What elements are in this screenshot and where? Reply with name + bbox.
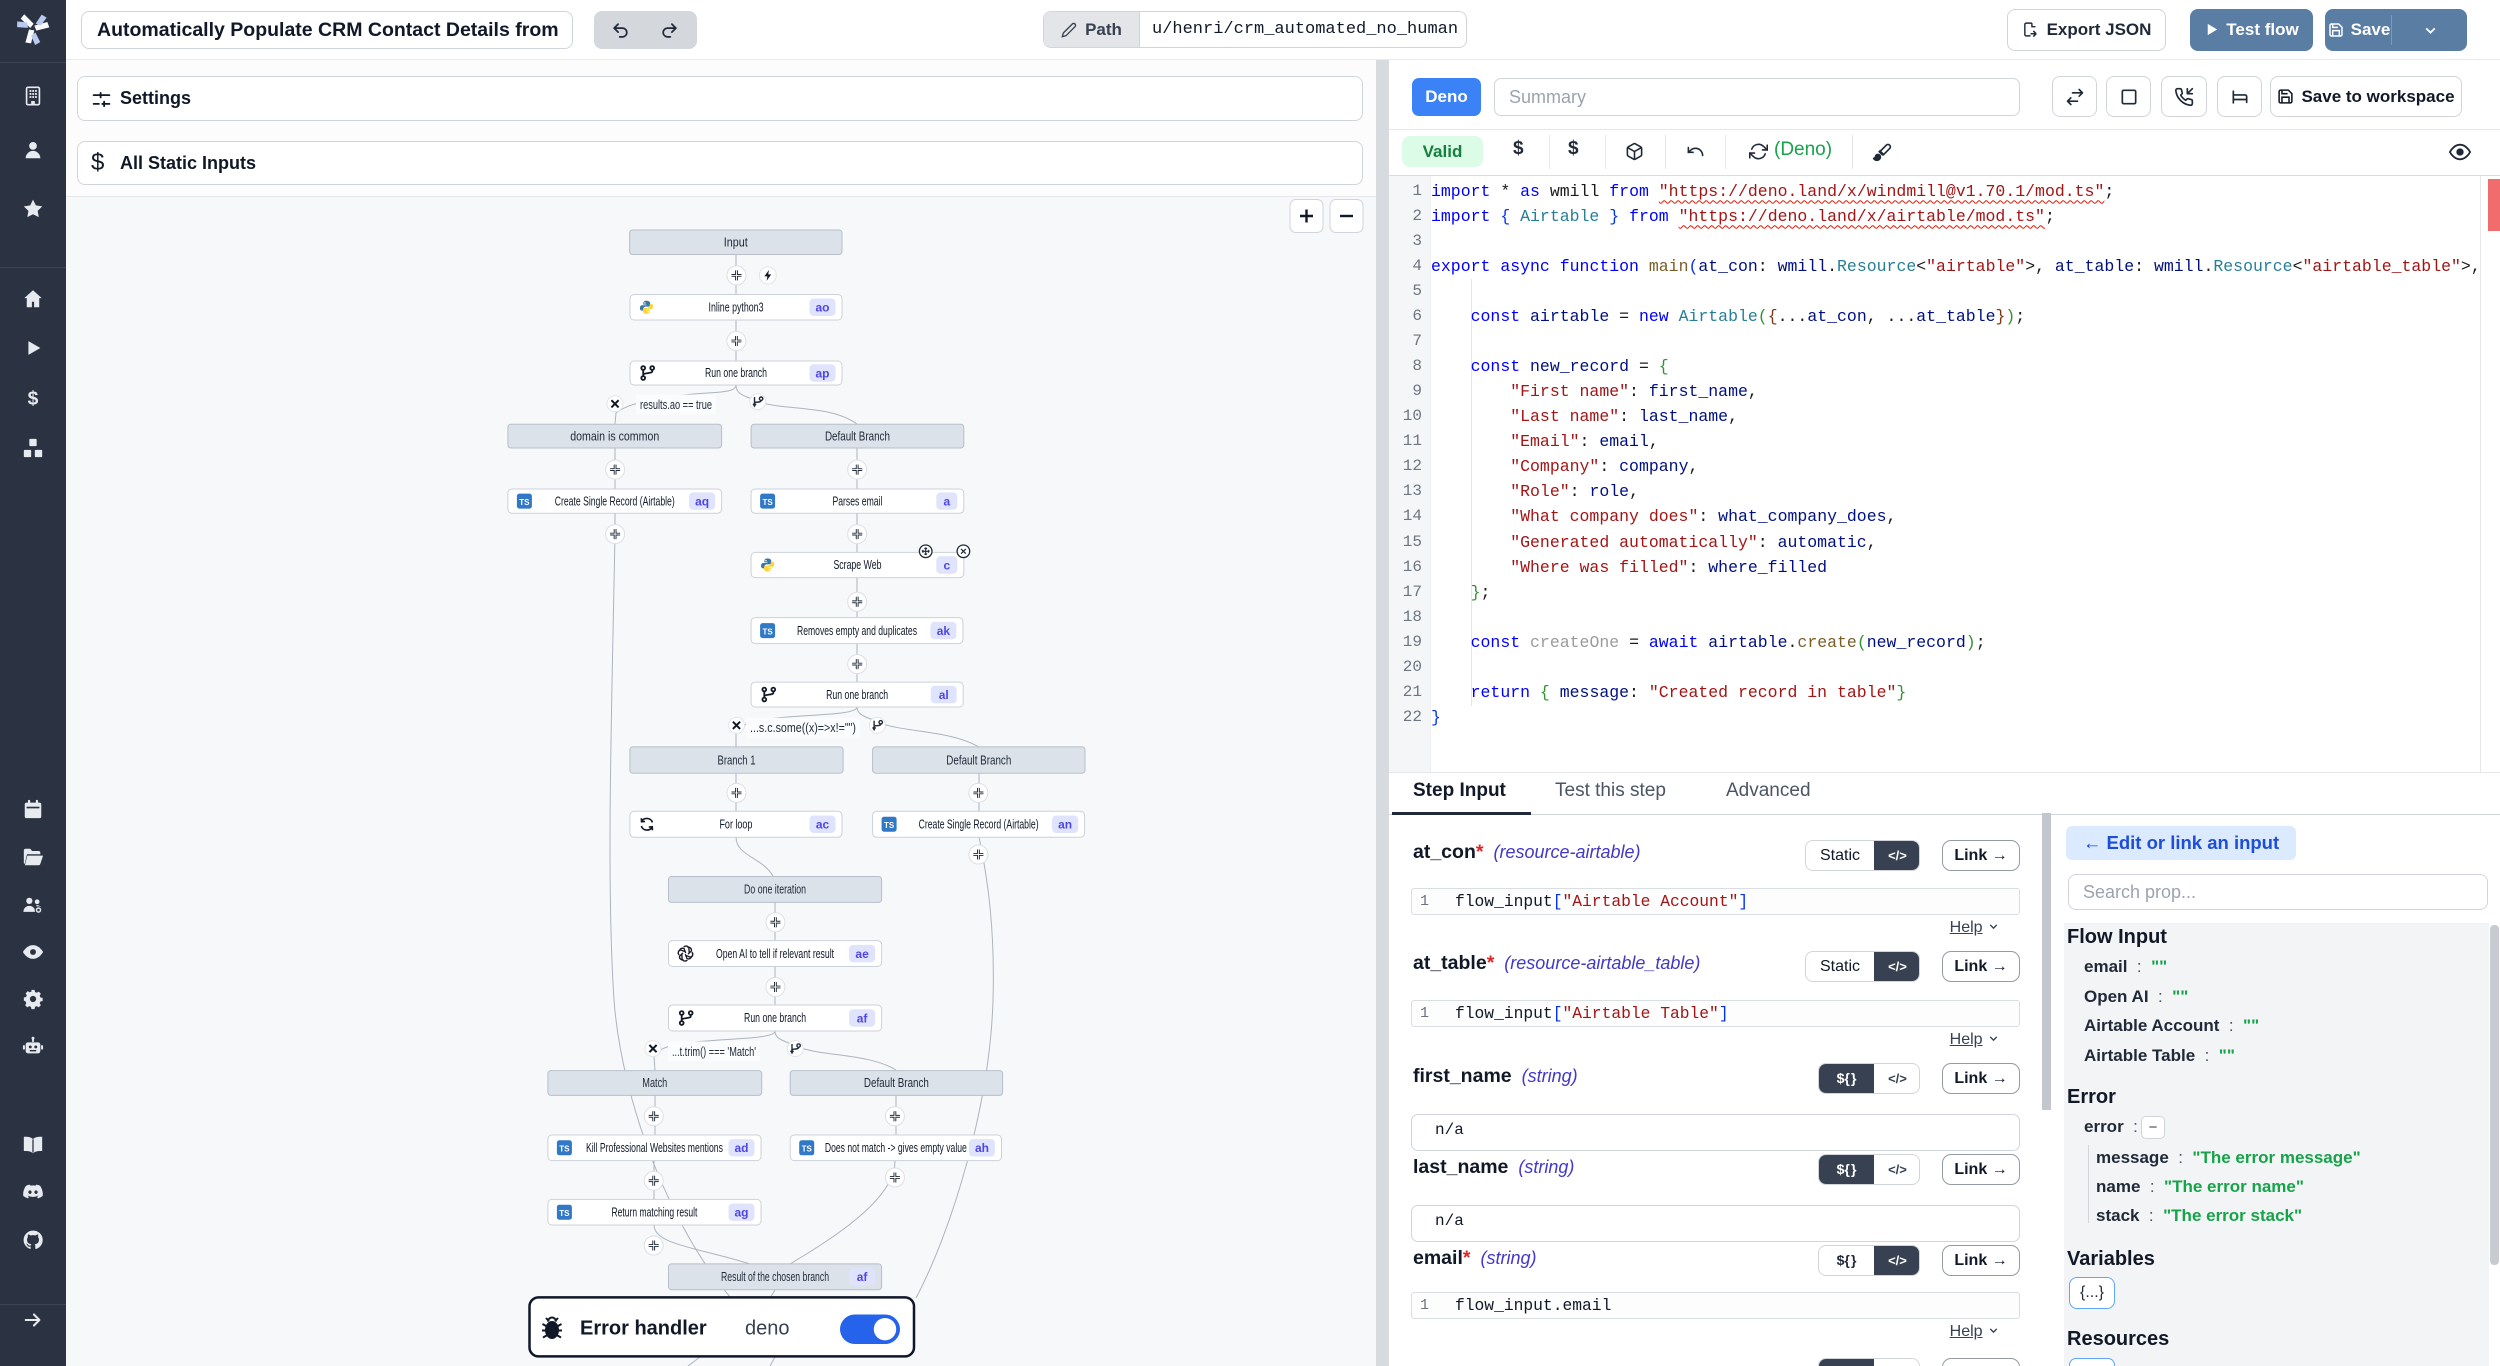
svg-text:domain is common: domain is common [570, 429, 659, 443]
svg-text:Kill Professional Websites men: Kill Professional Websites mentions [586, 1141, 723, 1155]
svg-text:Return matching result: Return matching result [611, 1205, 697, 1219]
svg-text:TS: TS [559, 1145, 570, 1154]
svg-text:ac: ac [816, 818, 830, 832]
svg-text:Does not match -> gives empty: Does not match -> gives empty value [825, 1141, 967, 1155]
svg-text:af: af [857, 1270, 869, 1284]
svg-text:ao: ao [815, 301, 829, 315]
svg-text:Create Single Record (Airtable: Create Single Record (Airtable) [919, 817, 1039, 831]
svg-text:Inline python3: Inline python3 [709, 300, 764, 314]
svg-text:Open AI to tell if relevant re: Open AI to tell if relevant result [716, 947, 834, 961]
svg-text:Do one iteration: Do one iteration [744, 883, 806, 897]
svg-text:ag: ag [734, 1206, 748, 1220]
svg-text:TS: TS [762, 498, 773, 507]
svg-text:Default Branch: Default Branch [864, 1076, 929, 1090]
svg-text:ae: ae [855, 947, 869, 961]
svg-text:Create Single Record (Airtable: Create Single Record (Airtable) [555, 494, 675, 508]
svg-text:ah: ah [975, 1141, 989, 1155]
svg-text:Parses email: Parses email [832, 494, 882, 508]
svg-text:aq: aq [695, 494, 709, 508]
svg-text:al: al [939, 688, 949, 702]
svg-text:Default Branch: Default Branch [946, 753, 1011, 767]
svg-text:Default Branch: Default Branch [825, 429, 890, 443]
svg-text:results.ao == true: results.ao == true [640, 398, 712, 412]
svg-text:ak: ak [937, 624, 951, 638]
svg-text:Match: Match [642, 1076, 667, 1090]
svg-text:For loop: For loop [719, 817, 752, 831]
svg-text:TS: TS [802, 1145, 813, 1154]
svg-text:deno: deno [745, 1318, 790, 1340]
svg-text:a: a [943, 494, 950, 508]
svg-text:...t.trim() === 'Match': ...t.trim() === 'Match' [672, 1045, 756, 1059]
svg-text:TS: TS [762, 627, 773, 636]
svg-text:Run one branch: Run one branch [744, 1011, 806, 1025]
svg-text:c: c [943, 558, 950, 572]
svg-text:Branch 1: Branch 1 [718, 753, 756, 767]
svg-text:$: $ [28, 388, 39, 409]
svg-text:Input: Input [724, 235, 748, 249]
svg-text:Result of the chosen branch: Result of the chosen branch [721, 1270, 829, 1284]
svg-text:Removes empty and duplicates: Removes empty and duplicates [797, 624, 917, 638]
svg-text:an: an [1058, 818, 1072, 832]
svg-text:ap: ap [815, 366, 829, 380]
svg-text:Error handler: Error handler [580, 1318, 707, 1340]
svg-text:af: af [857, 1011, 869, 1025]
svg-text:TS: TS [519, 498, 530, 507]
svg-text:TS: TS [559, 1209, 570, 1218]
svg-text:ad: ad [734, 1141, 748, 1155]
svg-text:Run one branch: Run one branch [705, 366, 767, 380]
svg-text:Run one branch: Run one branch [826, 688, 888, 702]
svg-text:...s.c.some((x)=>x!=""): ...s.c.some((x)=>x!="") [750, 721, 856, 735]
svg-text:Scrape Web: Scrape Web [833, 558, 881, 572]
svg-text:TS: TS [884, 821, 895, 830]
